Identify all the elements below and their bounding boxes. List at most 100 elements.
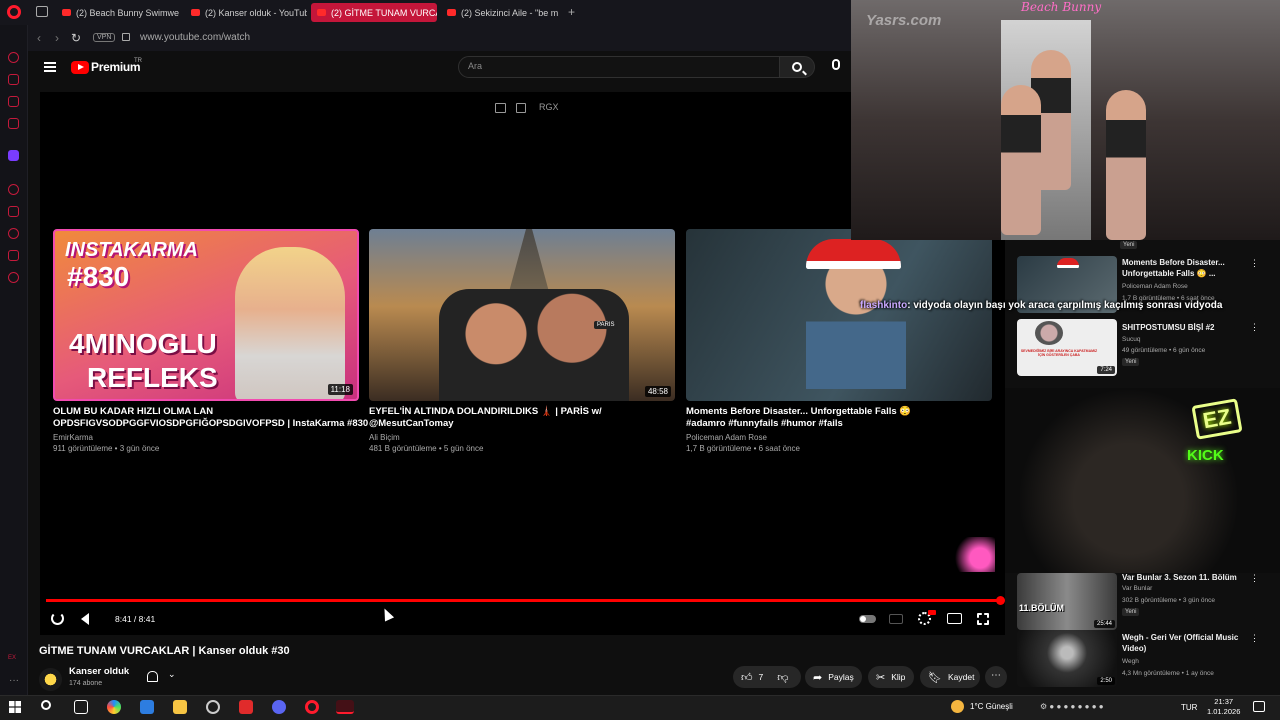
endscreen-title[interactable]: OLUM BU KADAR HIZLI OLMA LAN OPDSFIGVSOD… [53,406,373,430]
tray-icons[interactable]: ⚙ ● ● ● ● ● ● ● ● [1040,702,1104,711]
more-options-icon[interactable]: ⋮ [1250,633,1259,644]
search-placeholder: Ara [468,61,483,71]
replay-icon[interactable] [51,612,64,625]
clip-label: Klip [891,672,906,682]
related-thumbnail[interactable]: SEVMEDİĞİMİZ BİRİ ARAYINCA KAPATMAMIZ İÇ… [1017,319,1117,376]
search-button[interactable] [779,56,815,78]
related-title[interactable]: Var Bunlar 3. Sezon 11. Bölüm [1122,572,1242,583]
opera-taskbar-icon[interactable] [305,700,319,714]
messenger-icon[interactable] [8,74,19,85]
weather-text[interactable]: 1°C Güneşli [970,702,1013,711]
player-icon[interactable] [8,184,19,195]
more-sidebar-icon[interactable]: ··· [9,675,19,686]
back-icon[interactable]: ‹ [37,31,41,45]
related-thumbnail[interactable]: 2:50 [1017,630,1117,687]
voicemod-icon[interactable] [239,700,253,714]
watermark: Yasrs.com [866,12,942,29]
scissors-icon: ✂ [876,671,886,684]
like-icon[interactable]: 👍︎ [741,671,753,684]
related-meta: 302 B görüntüleme • 3 gün önce [1122,597,1215,604]
endscreen-thumbnail[interactable] [686,229,992,401]
endscreen-thumbnail[interactable]: PARIS 48:58 [369,229,675,401]
more-options-icon[interactable]: ⋮ [1250,573,1259,584]
youtube-icon [317,9,326,16]
channel-avatar[interactable] [39,668,62,691]
rgx-label[interactable]: RGX [539,102,559,112]
related-thumbnail[interactable]: 11.BÖLÜM 25:44 [1017,573,1117,630]
exit-icon[interactable] [516,103,526,113]
opera-gx-icon[interactable] [336,700,354,714]
vpn-badge[interactable]: VPN [93,33,116,42]
menu-icon[interactable] [44,62,56,72]
history-icon[interactable] [8,52,19,63]
time-display: 8:41 / 8:41 [115,614,156,624]
tab-gitme-tunam[interactable]: (2) GİTME TUNAM VURCA [311,3,437,22]
related-title[interactable]: Moments Before Disaster... Unforgettable… [1122,257,1242,279]
chevron-down-icon[interactable]: ⌄ [168,669,176,680]
whatsapp-icon[interactable] [8,96,19,107]
related-title[interactable]: SHITPOSTUMSU BİŞİ #2 [1122,322,1242,333]
endscreen-channel[interactable]: Ali Biçim [369,433,400,442]
taskbar-clock[interactable]: 21:37 1.01.2026 [1207,697,1240,717]
related-channel[interactable]: Var Bunlar [1122,584,1152,593]
search-input[interactable] [458,56,780,78]
file-explorer-icon[interactable] [173,700,187,714]
autoplay-toggle[interactable] [859,615,876,623]
obs-icon[interactable] [206,700,220,714]
progress-handle[interactable] [996,596,1005,605]
youtube-brand[interactable]: Premium [91,60,141,74]
tab-sekizinci-aile[interactable]: (2) Sekizinci Aile - "be m [441,3,563,22]
weather-icon[interactable] [951,700,964,713]
extensions-icon[interactable]: EX [8,655,16,661]
related-title[interactable]: Wegh - Geri Ver (Official Music Video) [1122,632,1242,654]
lock-icon[interactable] [122,33,130,41]
popout-icon[interactable] [495,103,506,113]
workspaces-icon[interactable] [36,6,48,17]
more-options-icon[interactable]: ⋮ [1250,258,1259,269]
twitch-icon[interactable] [8,150,19,161]
clip-button[interactable]: ✂ Klip [868,666,914,688]
like-count[interactable]: 7 [759,672,764,682]
discord-icon[interactable] [272,700,286,714]
task-view-icon[interactable] [74,700,88,714]
theater-mode-icon[interactable] [947,613,962,624]
channel-name[interactable]: Kanser olduk [69,666,129,677]
copilot-icon[interactable] [107,700,121,714]
opera-logo-icon[interactable] [7,5,21,19]
tab-beach-bunny[interactable]: (2) Beach Bunny Swimwe [56,3,180,22]
share-button[interactable]: ➦ Paylaş [805,666,862,688]
related-channel[interactable]: Policeman Adam Rose [1122,282,1188,291]
progress-bar[interactable] [46,599,1001,602]
subtitles-icon[interactable] [889,614,903,624]
reload-icon[interactable]: ↻ [71,31,81,45]
save-button[interactable]: 🔖︎ Kaydet [920,666,980,688]
tab-kanser-olduk[interactable]: (2) Kanser olduk - YouTub [185,3,307,22]
endscreen-channel[interactable]: EmirKarma [53,433,93,442]
settings-icon[interactable] [8,272,19,283]
taskbar-search-icon[interactable] [41,700,51,710]
endscreen-thumbnail[interactable]: INSTAKARMA #830 4MINOGLU REFLEKS 11:18 [53,229,359,401]
endscreen-title[interactable]: EYFEL'İN ALTINDA DOLANDIRILDIKS 🗼 | PARİ… [369,406,669,430]
microphone-icon[interactable] [832,59,840,70]
notifications-icon[interactable] [1253,701,1265,712]
instagram-icon[interactable] [8,118,19,129]
language-indicator[interactable]: TUR [1181,703,1197,712]
outlook-icon[interactable] [140,700,154,714]
clock-icon[interactable] [8,228,19,239]
url-field[interactable]: www.youtube.com/watch [140,32,250,43]
more-options-icon[interactable]: ⋮ [1250,322,1259,333]
new-tab-icon[interactable]: + [568,5,575,19]
related-channel[interactable]: Sucuq [1122,335,1140,344]
dislike-icon[interactable]: 👎︎ [777,671,788,684]
downloads-icon[interactable] [8,250,19,261]
endscreen-channel[interactable]: Policeman Adam Rose [686,433,767,442]
related-channel[interactable]: Wegh [1122,657,1139,666]
chat-text: : vidyoda olayın başı yok araca çarpılmı… [907,300,1223,311]
volume-icon[interactable] [81,613,89,625]
endscreen-title[interactable]: Moments Before Disaster... Unforgettable… [686,406,951,430]
bookmarks-icon[interactable] [8,206,19,217]
forward-icon[interactable]: › [55,31,59,45]
bell-icon[interactable] [147,671,158,682]
youtube-logo-icon[interactable] [71,61,89,74]
more-actions-icon[interactable]: ⋯ [985,666,1007,688]
